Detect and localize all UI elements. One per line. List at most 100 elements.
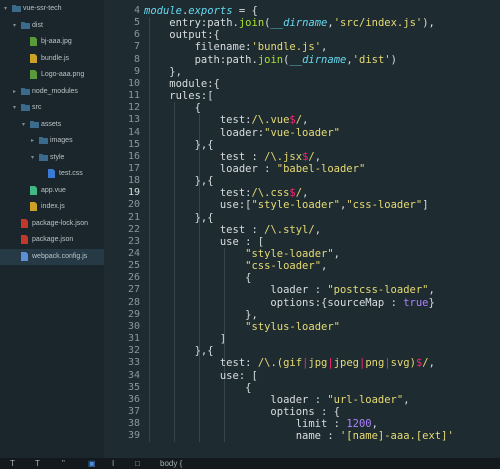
code-token: , <box>428 284 435 297</box>
image-file-icon <box>30 70 38 79</box>
code-token: : <box>390 296 404 309</box>
code-line[interactable]: entry:path.join(__dirname,'src/index.js'… <box>144 17 435 29</box>
sidebar-item-bj-aaa-jpg[interactable]: bj-aaa.jpg <box>0 34 104 50</box>
sidebar-item-label: node_modules <box>32 87 78 95</box>
chevron-down-icon[interactable]: ▾ <box>13 22 19 30</box>
code-line[interactable]: },{ <box>144 139 214 151</box>
code-line[interactable]: },{ <box>144 212 214 224</box>
sidebar-item-webpack-config-js[interactable]: webpack.config.js <box>0 248 104 265</box>
sidebar-item-label: package-lock.json <box>32 219 89 227</box>
code-token: : <box>251 150 265 163</box>
code-line[interactable]: loader : "babel-loader" <box>144 163 365 175</box>
code-line[interactable]: }, <box>144 66 182 78</box>
code-line[interactable]: { <box>144 272 251 284</box>
code-token: : <box>245 357 258 370</box>
code-line[interactable]: options:{sourceMap : true} <box>144 296 434 309</box>
code-token: ), <box>422 17 435 30</box>
code-line[interactable]: "css-loader", <box>144 260 327 272</box>
sidebar-item-vue-ssr-tech[interactable]: ▾ vue-ssr-tech <box>0 1 104 17</box>
code-line[interactable]: test:/\.vue$/, <box>144 114 309 127</box>
code-token: /\.styl/ <box>264 223 315 236</box>
italic-icon[interactable]: I <box>112 458 114 469</box>
sidebar-item-test-css[interactable]: test.css <box>0 166 104 182</box>
code-token: __dirname <box>270 17 328 30</box>
code-token: , <box>302 114 309 127</box>
sidebar-item-package-json[interactable]: package.json <box>0 232 104 248</box>
code-line[interactable]: "style-loader", <box>144 248 340 260</box>
code-line[interactable]: use : [ <box>144 236 264 248</box>
code-line[interactable]: output:{ <box>144 29 220 41</box>
sidebar-item-index-js[interactable]: index.js <box>0 199 104 215</box>
code-line[interactable]: { <box>144 382 251 394</box>
chevron-down-icon[interactable]: ▾ <box>31 154 37 162</box>
chevron-down-icon[interactable]: ▾ <box>13 104 19 112</box>
code-line[interactable]: loader:"vue-loader" <box>144 127 340 139</box>
chevron-down-icon[interactable]: ▾ <box>22 121 28 129</box>
sidebar-item-assets[interactable]: ▾ assets <box>0 117 104 133</box>
code-line[interactable]: loader : "postcss-loader", <box>144 284 435 297</box>
code-line[interactable]: test:/\.css$/, <box>144 187 309 199</box>
sidebar-item-src[interactable]: ▾ src <box>0 100 104 116</box>
image-insert-icon[interactable]: ▣ <box>88 458 96 469</box>
sidebar-item-label: package.json <box>32 236 74 243</box>
code-area[interactable]: module.exports = { entry:path.join(__dir… <box>144 0 500 458</box>
code-line[interactable]: ] <box>144 333 226 345</box>
sidebar-item-package-lock-json[interactable]: package-lock.json <box>0 216 104 232</box>
text-format-icon[interactable]: T <box>35 458 40 469</box>
code-line[interactable]: test : /\.jsx$/, <box>144 151 321 163</box>
code-token: svg) <box>390 357 416 370</box>
code-editor-pane[interactable]: 4 5 6 7 8 9 10 11 12 13 14 15 16 17 18 19 20 21 22 23 24 25 26… <box>104 0 500 458</box>
code-line[interactable]: use:["style-loader","css-loader"] <box>144 199 429 211</box>
code-token: "stylus-loader" <box>245 320 340 333</box>
code-line[interactable]: limit : 1200, <box>144 418 378 430</box>
sidebar-item-dist[interactable]: ▾ dist <box>0 18 104 34</box>
code-line[interactable]: module.exports = { <box>144 5 258 17</box>
chevron-right-icon[interactable]: ▸ <box>13 88 19 96</box>
line-number: 36 <box>127 393 140 405</box>
folder-icon <box>30 120 39 129</box>
code-token: filename <box>144 41 246 54</box>
box-icon[interactable]: □ <box>135 458 140 469</box>
code-token: /\.(gif <box>257 357 303 370</box>
code-line[interactable]: loader : "url-loader", <box>144 394 409 406</box>
code-line[interactable]: options : { <box>144 406 340 418</box>
code-line[interactable]: rules:[ <box>144 90 214 103</box>
breadcrumb-selector[interactable]: body { <box>160 458 182 469</box>
vue-file-icon <box>30 185 38 195</box>
code-line[interactable]: module:{ <box>144 78 220 90</box>
code-token: use <box>144 235 246 248</box>
code-line[interactable]: },{ <box>144 345 214 357</box>
chevron-right-icon[interactable]: ▸ <box>31 137 37 145</box>
line-number: 7 <box>133 41 140 53</box>
code-line[interactable]: },{ <box>144 175 214 187</box>
code-line[interactable]: { <box>144 102 201 114</box>
sidebar-item-logo-aaa-png[interactable]: Logo-aaa.png <box>0 67 104 83</box>
code-line[interactable]: test : /\.styl/, <box>144 224 321 236</box>
sidebar-item-app-vue[interactable]: app.vue <box>0 183 104 199</box>
line-number: 38 <box>127 418 140 430</box>
code-line[interactable]: "stylus-loader" <box>144 321 340 333</box>
code-line[interactable]: path:path.join(__dirname,'dist') <box>144 54 397 66</box>
line-number: 32 <box>127 345 140 357</box>
code-line[interactable]: name : '[name]-aaa.[ext]' <box>144 430 454 442</box>
sidebar-item-node-modules[interactable]: ▸ node_modules <box>0 84 104 100</box>
code-token: : [ <box>238 369 258 382</box>
code-line[interactable]: }, <box>144 309 258 321</box>
code-token: :{ <box>207 29 220 42</box>
code-token: : <box>327 430 340 443</box>
code-line[interactable]: test: /\.(gif|jpg|jpeg|png|svg)$/, <box>144 357 435 369</box>
line-number: 30 <box>127 320 140 332</box>
bold-text-icon[interactable]: T <box>10 458 15 469</box>
code-line[interactable]: filename:'bundle.js', <box>144 41 328 54</box>
sidebar-item-images[interactable]: ▸ images <box>0 133 104 149</box>
code-token: name <box>144 430 328 443</box>
code-token: :[ <box>200 90 214 103</box>
code-token: use <box>144 199 239 212</box>
sidebar-item-bundle-js[interactable]: bundle.js <box>0 51 104 67</box>
folder-icon <box>21 103 30 112</box>
code-line[interactable]: use: [ <box>144 370 258 382</box>
sidebar-item-style[interactable]: ▾ style <box>0 150 104 166</box>
quote-icon[interactable]: " <box>62 458 65 469</box>
chevron-down-icon[interactable]: ▾ <box>4 5 10 13</box>
folder-icon <box>12 4 21 13</box>
